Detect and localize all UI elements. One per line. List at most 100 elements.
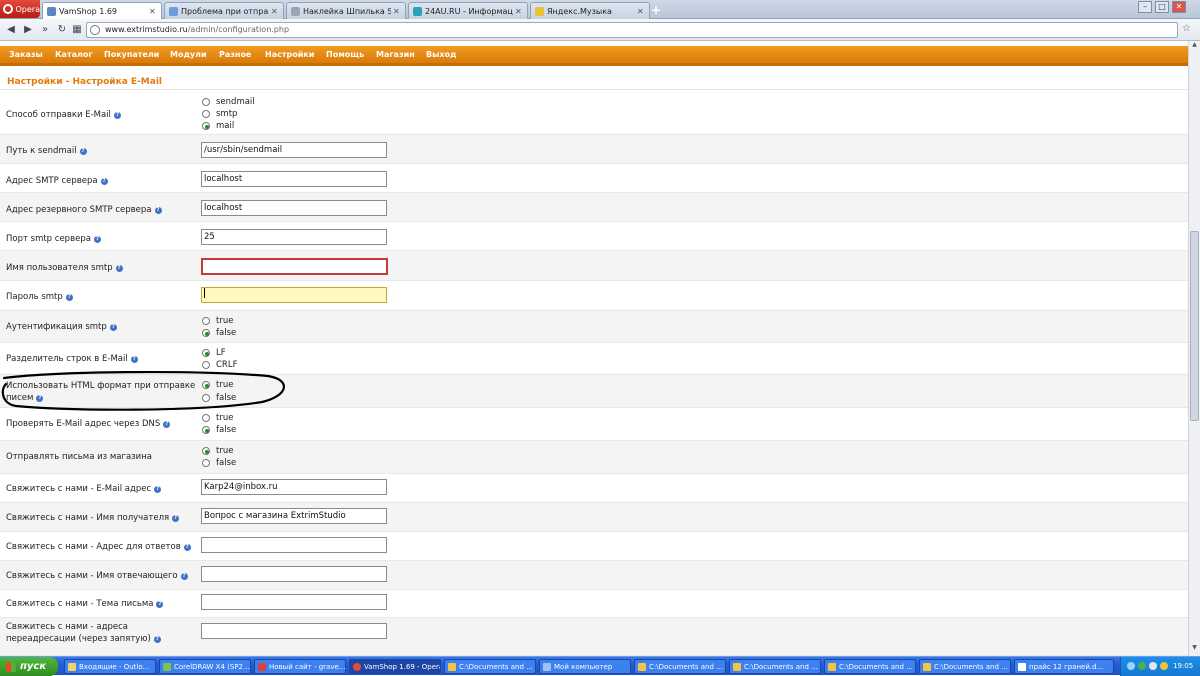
taskbar-item[interactable]: CorelDRAW X4 (SP2... bbox=[159, 659, 251, 674]
radio-option[interactable]: CRLF bbox=[202, 359, 237, 371]
radio-option[interactable]: true bbox=[202, 412, 233, 424]
nav-item-logout[interactable]: Выход bbox=[426, 50, 456, 59]
close-window-button[interactable]: ✕ bbox=[1172, 1, 1186, 13]
radio-option[interactable]: mail bbox=[202, 120, 234, 132]
site-info-icon[interactable] bbox=[90, 25, 100, 35]
radio-option[interactable]: smtp bbox=[202, 108, 237, 120]
help-icon[interactable]: ? bbox=[180, 573, 188, 580]
bookmark-star-icon[interactable]: ☆ bbox=[1182, 23, 1194, 35]
fast-forward-icon[interactable]: » bbox=[38, 23, 52, 37]
close-tab-icon[interactable]: ✕ bbox=[149, 7, 157, 16]
skype-icon[interactable] bbox=[1138, 662, 1146, 670]
volume-icon[interactable] bbox=[1149, 662, 1157, 670]
scroll-up-arrow-icon[interactable]: ▲ bbox=[1189, 41, 1200, 52]
radio-option[interactable]: true bbox=[202, 445, 233, 457]
radio-option[interactable]: false bbox=[202, 327, 236, 339]
scroll-thumb[interactable] bbox=[1190, 231, 1199, 421]
speed-dial-icon[interactable]: ▦ bbox=[70, 23, 84, 37]
smtp-user-input[interactable] bbox=[201, 258, 388, 275]
contact-recipient-input[interactable]: Вопрос с магазина ExtrimStudio bbox=[201, 508, 387, 524]
radio-option[interactable]: sendmail bbox=[202, 96, 255, 108]
help-icon[interactable]: ? bbox=[154, 207, 162, 214]
help-icon[interactable]: ? bbox=[153, 636, 161, 643]
sendmail-path-input[interactable]: /usr/sbin/sendmail bbox=[201, 142, 387, 158]
smtp-port-input[interactable]: 25 bbox=[201, 229, 387, 245]
back-arrow-icon[interactable]: ◀ bbox=[4, 23, 18, 37]
radio-option[interactable]: false bbox=[202, 392, 236, 404]
help-icon[interactable]: ? bbox=[154, 486, 162, 493]
help-icon[interactable]: ? bbox=[79, 148, 87, 155]
minimize-window-button[interactable]: – bbox=[1138, 1, 1152, 13]
close-tab-icon[interactable]: ✕ bbox=[515, 7, 523, 16]
help-icon[interactable]: ? bbox=[65, 294, 73, 301]
reply-address-input[interactable] bbox=[201, 537, 387, 553]
smtp-server-input[interactable]: localhost bbox=[201, 171, 387, 187]
taskbar-item[interactable]: Новый сайт - grave... bbox=[254, 659, 346, 674]
browser-tab[interactable]: VamShop 1.69 ✕ bbox=[42, 2, 162, 20]
radio-button-selected[interactable] bbox=[202, 426, 210, 434]
nav-item-shop[interactable]: Магазин bbox=[376, 50, 415, 59]
radio-option[interactable]: LF bbox=[202, 347, 226, 359]
nav-item-orders[interactable]: Заказы bbox=[9, 50, 43, 59]
browser-tab[interactable]: Наклейка Шпилька Skydi ✕ bbox=[286, 2, 406, 19]
close-tab-icon[interactable]: ✕ bbox=[271, 7, 279, 16]
radio-button-selected[interactable] bbox=[202, 122, 210, 130]
radio-button[interactable] bbox=[202, 110, 210, 118]
radio-option[interactable]: true bbox=[202, 379, 233, 391]
taskbar-item[interactable]: C:\Documents and ... bbox=[919, 659, 1011, 674]
nav-item-catalog[interactable]: Каталог bbox=[55, 50, 93, 59]
taskbar-item[interactable]: Мой компьютер bbox=[539, 659, 631, 674]
smtp-password-input[interactable] bbox=[201, 287, 387, 303]
nav-item-misc[interactable]: Разное bbox=[219, 50, 251, 59]
reload-icon[interactable]: ↻ bbox=[55, 23, 69, 37]
help-icon[interactable]: ? bbox=[115, 265, 123, 272]
security-icon[interactable] bbox=[1160, 662, 1168, 670]
help-icon[interactable]: ? bbox=[183, 544, 191, 551]
taskbar-item[interactable]: Входящие - Outlo... bbox=[64, 659, 156, 674]
close-tab-icon[interactable]: ✕ bbox=[637, 7, 645, 16]
taskbar-item[interactable]: прайс 12 граней.d... bbox=[1014, 659, 1114, 674]
help-icon[interactable]: ? bbox=[130, 356, 138, 363]
radio-option[interactable]: false bbox=[202, 457, 236, 469]
taskbar-item[interactable]: C:\Documents and ... bbox=[824, 659, 916, 674]
taskbar-item[interactable]: C:\Documents and ... bbox=[729, 659, 821, 674]
taskbar-item[interactable]: VamShop 1.69 - Opera bbox=[349, 659, 441, 674]
taskbar-item[interactable]: C:\Documents and ... bbox=[634, 659, 726, 674]
nav-item-help[interactable]: Помощь bbox=[326, 50, 364, 59]
radio-button-selected[interactable] bbox=[202, 329, 210, 337]
network-icon[interactable] bbox=[1127, 662, 1135, 670]
taskbar-item[interactable]: C:\Documents and ... bbox=[444, 659, 536, 674]
help-icon[interactable]: ? bbox=[100, 178, 108, 185]
forward-addresses-input[interactable] bbox=[201, 623, 387, 639]
browser-tab[interactable]: Яндекс.Музыка ✕ bbox=[530, 2, 650, 19]
radio-button[interactable] bbox=[202, 98, 210, 106]
radio-button-selected[interactable] bbox=[202, 381, 210, 389]
scroll-down-arrow-icon[interactable]: ▼ bbox=[1189, 644, 1200, 655]
help-icon[interactable]: ? bbox=[93, 236, 101, 243]
radio-button[interactable] bbox=[202, 394, 210, 402]
radio-option[interactable]: false bbox=[202, 424, 236, 436]
radio-button-selected[interactable] bbox=[202, 349, 210, 357]
maximize-window-button[interactable]: □ bbox=[1155, 1, 1169, 13]
start-button[interactable]: пуск bbox=[0, 657, 58, 676]
address-field[interactable]: www.extrimstudio.ru/admin/configuration.… bbox=[86, 22, 1178, 38]
help-icon[interactable]: ? bbox=[163, 421, 171, 428]
backup-smtp-input[interactable]: localhost bbox=[201, 200, 387, 216]
reply-name-input[interactable] bbox=[201, 566, 387, 582]
help-icon[interactable]: ? bbox=[172, 515, 180, 522]
radio-button[interactable] bbox=[202, 317, 210, 325]
nav-item-modules[interactable]: Модули bbox=[170, 50, 207, 59]
nav-item-customers[interactable]: Покупатели bbox=[104, 50, 159, 59]
radio-option[interactable]: true bbox=[202, 315, 233, 327]
browser-tab[interactable]: 24AU.RU - Информацион ✕ bbox=[408, 2, 528, 19]
browser-tab[interactable]: Проблема при отправке ✕ bbox=[164, 2, 284, 19]
opera-menu-button[interactable]: Opera bbox=[0, 0, 40, 18]
help-icon[interactable]: ? bbox=[109, 324, 117, 331]
forward-arrow-icon[interactable]: ▶ bbox=[21, 23, 35, 37]
help-icon[interactable]: ? bbox=[156, 601, 164, 608]
page-scrollbar[interactable]: ▲ ▼ bbox=[1188, 41, 1200, 656]
subject-input[interactable] bbox=[201, 594, 387, 610]
close-tab-icon[interactable]: ✕ bbox=[393, 7, 401, 16]
radio-button[interactable] bbox=[202, 414, 210, 422]
radio-button[interactable] bbox=[202, 459, 210, 467]
